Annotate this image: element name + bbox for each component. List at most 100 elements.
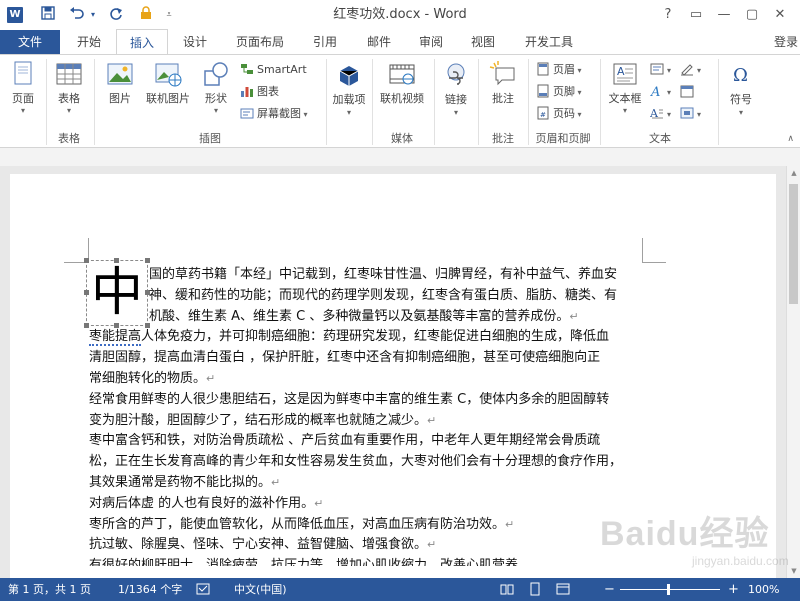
chart-button[interactable]: 图表	[240, 82, 279, 102]
group-separator	[600, 59, 601, 145]
zoom-level[interactable]: 100%	[748, 578, 779, 601]
links-button[interactable]: 链接 ▾	[438, 59, 474, 118]
maximize-icon[interactable]: ▢	[740, 4, 764, 26]
language-indicator[interactable]: 中文(中国)	[234, 578, 287, 601]
close-icon[interactable]: ✕	[768, 4, 792, 26]
date-time-button[interactable]	[680, 82, 697, 102]
chevron-down-icon: ▾	[213, 106, 218, 115]
paragraph-mark: ↵	[271, 475, 281, 489]
tab-insert[interactable]: 插入	[116, 29, 168, 55]
link-icon	[441, 59, 471, 89]
chevron-down-icon: ▾	[575, 110, 582, 119]
symbol-button[interactable]: Ω 符号 ▾	[722, 59, 760, 118]
online-video-button[interactable]: 联机视频	[376, 59, 428, 106]
paragraph-mark: ↵	[427, 538, 437, 552]
tab-file[interactable]: 文件	[0, 30, 60, 54]
zoom-in-button[interactable]: +	[728, 578, 739, 601]
group-separator	[372, 59, 373, 145]
print-layout-icon[interactable]	[528, 578, 542, 601]
object-button[interactable]: ▾	[680, 104, 701, 124]
tab-view[interactable]: 视图	[460, 30, 506, 54]
group-label-text: 文本	[649, 132, 671, 145]
tab-review[interactable]: 审阅	[408, 30, 454, 54]
minimize-icon[interactable]: —	[712, 4, 736, 26]
chevron-down-icon: ▾	[667, 88, 672, 97]
paragraph-line: 有很好的柳肝明士，消除疲劳，抗压力等，增加心肌收缩力，改善心肌营养	[89, 558, 519, 567]
comment-button[interactable]: 批注	[484, 59, 522, 106]
chevron-down-icon: ▾	[575, 88, 582, 97]
ribbon-display-options-icon[interactable]: ▭	[684, 4, 708, 26]
group-label-illustrations: 插图	[199, 132, 221, 145]
status-bar: 第 1 页，共 1 页 1/1364 个字 中文(中国) − + 100%	[0, 578, 800, 601]
paragraph-line: 机酸、维生素 A、维生素 C 、多种微量钙以及氨基酸等丰富的营养成份。↵	[149, 308, 579, 324]
svg-text:Ω: Ω	[733, 65, 748, 86]
signature-line-icon	[680, 62, 694, 76]
chevron-down-icon: ▾	[667, 110, 672, 119]
signature-line-button[interactable]: ▾	[680, 60, 701, 80]
quick-parts-button[interactable]: ▾	[650, 60, 671, 80]
group-label-header-footer: 页眉和页脚	[535, 132, 591, 145]
dropcap-button[interactable]: A ▾	[649, 104, 672, 124]
help-icon[interactable]: ?	[656, 4, 680, 26]
tab-page-layout[interactable]: 页面布局	[226, 30, 294, 54]
document-body[interactable]: 国的草药书籍「本经」中记载到，红枣味甘性温、归脾胃经，有补中益气、养血安 神、缓…	[89, 265, 649, 566]
chevron-down-icon: ▾	[20, 106, 25, 115]
footer-button[interactable]: 页脚 ▾	[536, 82, 582, 102]
chevron-down-icon: ▾	[66, 106, 71, 115]
page-count[interactable]: 第 1 页，共 1 页	[8, 578, 91, 601]
resize-handle[interactable]	[114, 258, 119, 263]
proofing-icon[interactable]	[196, 578, 210, 601]
tab-references[interactable]: 引用	[302, 30, 348, 54]
addins-button[interactable]: 加载项 ▾	[330, 59, 368, 118]
resize-handle[interactable]	[84, 258, 89, 263]
tab-developer[interactable]: 开发工具	[514, 30, 584, 54]
textbox-button[interactable]: A 文本框 ▾	[604, 59, 646, 116]
wordart-icon: A	[650, 84, 664, 100]
group-separator	[434, 59, 435, 145]
chevron-down-icon: ▾	[697, 66, 702, 75]
chevron-down-icon: ▾	[453, 108, 458, 117]
spelling-underline: 枣能提高	[89, 329, 142, 347]
document-title: 红枣功效.docx - Word	[333, 7, 467, 22]
chevron-down-icon: ▾	[697, 110, 702, 119]
read-mode-icon[interactable]	[500, 578, 514, 601]
login-link[interactable]: 登录	[774, 30, 798, 54]
shapes-button[interactable]: 形状 ▾	[198, 59, 234, 116]
tab-home[interactable]: 开始	[66, 30, 112, 54]
wordart-button[interactable]: A ▾	[650, 82, 671, 102]
zoom-slider[interactable]	[620, 589, 720, 590]
paragraph-line: 其效果通常是药物不能比拟的。↵	[89, 474, 281, 490]
header-button[interactable]: 页眉 ▾	[536, 60, 582, 80]
table-button[interactable]: 表格 ▾	[50, 59, 88, 116]
scrollbar-thumb[interactable]	[789, 184, 798, 304]
new-comment-icon	[488, 59, 518, 89]
crop-mark	[642, 238, 643, 262]
table-icon	[54, 59, 84, 89]
resize-handle[interactable]	[145, 258, 150, 263]
group-separator	[478, 59, 479, 145]
zoom-out-button[interactable]: −	[604, 578, 615, 601]
web-layout-icon[interactable]	[556, 578, 570, 601]
paragraph-line: 对病后体虚 的人也有良好的滋补作用。↵	[89, 495, 324, 511]
paragraph-line: 清胆固醇，提高血清白蛋白 ，保护肝脏，红枣中还含有抑制癌细胞，甚至可使癌细胞向正	[89, 350, 601, 366]
tab-design[interactable]: 设计	[172, 30, 218, 54]
screenshot-button[interactable]: 屏幕截图 ▾	[240, 104, 308, 124]
paragraph-line: 枣中富含钙和铁，对防治骨质疏松 、产后贫血有重要作用，中老年人更年期经常会骨质疏	[89, 433, 601, 449]
paragraph-line: 枣能提高人体免疫力，并可抑制癌细胞：药理研究发现，红枣能促进白细胞的生成，降低血	[89, 329, 610, 347]
picture-button[interactable]: 图片	[100, 59, 140, 106]
svg-text:A: A	[650, 85, 660, 98]
pages-button[interactable]: 页面 ▾	[4, 59, 42, 116]
scroll-up-icon[interactable]: ▲	[787, 166, 800, 180]
online-picture-button[interactable]: 联机图片	[142, 59, 194, 106]
page-number-button[interactable]: # 页码 ▾	[536, 104, 582, 124]
group-label-tables: 表格	[58, 132, 80, 145]
tab-mailings[interactable]: 邮件	[356, 30, 402, 54]
smartart-button[interactable]: SmartArt	[240, 60, 307, 80]
word-count[interactable]: 1/1364 个字	[118, 578, 182, 601]
omega-icon: Ω	[726, 59, 756, 89]
zoom-slider-thumb[interactable]	[667, 584, 670, 595]
ribbon-insert: 页面 ▾ 表格 ▾ 表格 图片 联机图片 形状 ▾ SmartArt 图表 屏幕…	[0, 54, 800, 148]
collapse-ribbon-icon[interactable]: ∧	[787, 134, 794, 144]
shapes-icon	[201, 59, 231, 89]
chevron-down-icon: ▾	[667, 66, 672, 75]
